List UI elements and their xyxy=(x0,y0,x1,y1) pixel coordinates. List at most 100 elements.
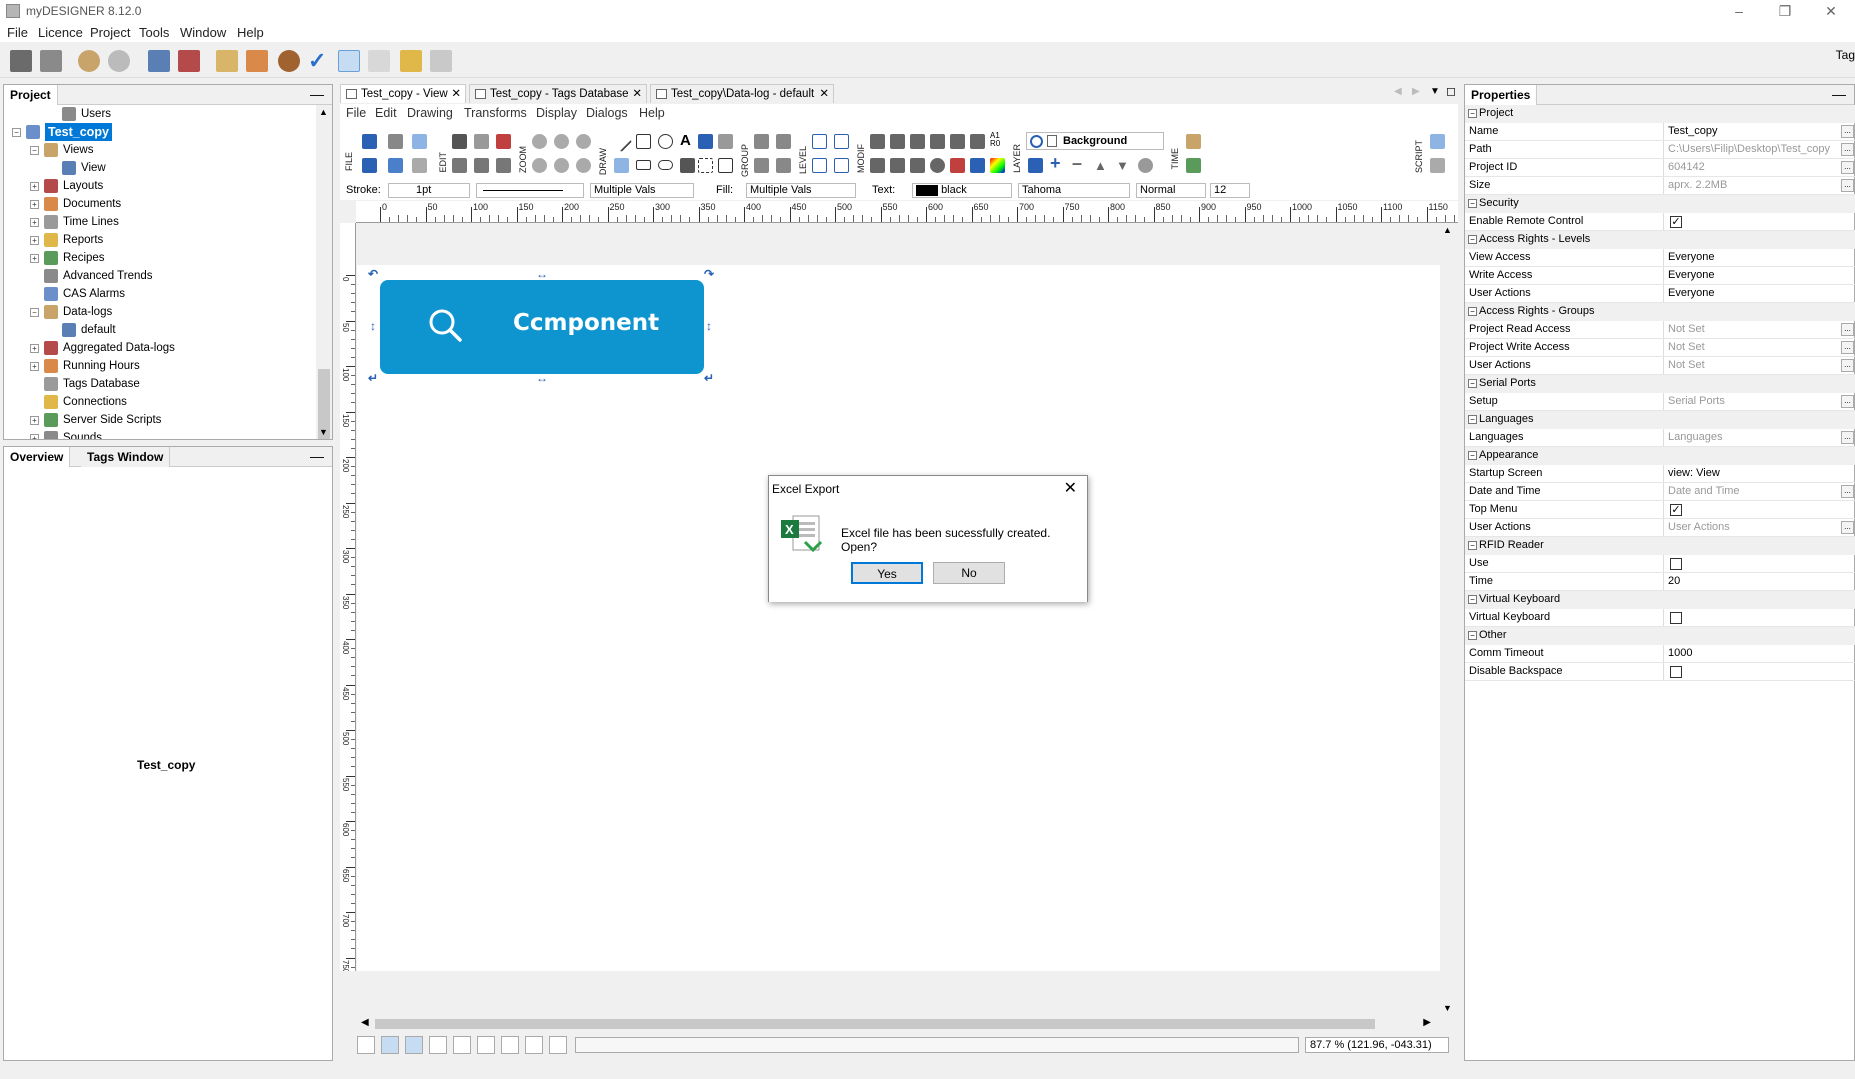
expand-icon[interactable]: + xyxy=(30,416,39,425)
tab-scroll-right-icon[interactable]: ▶ xyxy=(1412,86,1420,97)
layer-down-icon[interactable]: ▼ xyxy=(1116,158,1131,173)
property-row[interactable]: Startup Screen view: View xyxy=(1465,465,1855,483)
tree-item[interactable]: CAS Alarms xyxy=(4,285,316,303)
property-row[interactable]: Disable Backspace xyxy=(1465,663,1855,681)
menu-tools[interactable]: Tools xyxy=(139,25,169,40)
canvas-scroll-right-icon[interactable]: ▶ xyxy=(1423,1017,1431,1028)
property-row[interactable]: User Actions User Actions... xyxy=(1465,519,1855,537)
menu-help[interactable]: Help xyxy=(237,25,264,40)
property-browse-button[interactable]: ... xyxy=(1841,359,1854,372)
property-value[interactable]: Everyone xyxy=(1663,267,1838,284)
property-browse-button[interactable]: ... xyxy=(1841,431,1854,444)
menu-licence[interactable]: Licence xyxy=(38,25,83,40)
collapse-icon[interactable]: − xyxy=(30,308,39,317)
property-row[interactable]: View Access Everyone xyxy=(1465,249,1855,267)
delete-icon[interactable] xyxy=(496,134,511,149)
property-row[interactable]: Path C:\Users\Filip\Desktop\Test_copy... xyxy=(1465,141,1855,159)
property-browse-button[interactable]: ... xyxy=(1841,161,1854,174)
same-size-icon[interactable] xyxy=(950,134,965,149)
modify-icon-6[interactable] xyxy=(970,158,985,173)
text-tool-icon[interactable]: A xyxy=(680,132,695,149)
inner-menu-file[interactable]: File xyxy=(346,106,366,120)
font-weight-select[interactable]: Normal xyxy=(1136,183,1206,198)
remove-icon[interactable] xyxy=(246,50,268,72)
snap-grid-icon[interactable] xyxy=(381,1036,399,1054)
eye-icon[interactable] xyxy=(1030,135,1043,148)
close-tab-icon[interactable]: ✕ xyxy=(819,85,829,103)
inner-menu-dialogs[interactable]: Dialogs xyxy=(586,106,628,120)
inner-menu-edit[interactable]: Edit xyxy=(375,106,397,120)
property-checkbox[interactable]: ✓ xyxy=(1670,216,1682,228)
scroll-up-icon[interactable]: ▲ xyxy=(319,107,328,117)
collapse-icon[interactable]: − xyxy=(1468,235,1477,244)
collapse-icon[interactable]: − xyxy=(1468,109,1477,118)
validate-icon[interactable] xyxy=(412,134,427,149)
color-picker-icon[interactable] xyxy=(990,158,1005,173)
expand-icon[interactable]: + xyxy=(30,362,39,371)
property-value[interactable]: Everyone xyxy=(1663,285,1838,302)
zoom-selection-icon[interactable] xyxy=(532,158,547,173)
tag-button[interactable]: Tag xyxy=(1836,48,1855,62)
line-tool-icon[interactable] xyxy=(610,130,633,153)
undo-icon[interactable] xyxy=(78,50,100,72)
canvas-hscroll-thumb[interactable] xyxy=(375,1019,1375,1029)
property-value[interactable]: 1000 xyxy=(1663,645,1838,662)
property-browse-button[interactable]: ... xyxy=(1841,143,1854,156)
polyline-tool-icon[interactable] xyxy=(614,158,629,173)
collapse-icon[interactable]: − xyxy=(1468,379,1477,388)
copy-draw-icon[interactable] xyxy=(388,158,403,173)
property-browse-button[interactable]: ... xyxy=(1841,521,1854,534)
layer-selector[interactable]: Background xyxy=(1026,132,1164,150)
undo-draw-icon[interactable] xyxy=(362,134,377,149)
redo-draw-icon[interactable] xyxy=(388,134,403,149)
collapse-icon[interactable]: − xyxy=(1468,631,1477,640)
layer-properties-icon[interactable] xyxy=(1028,158,1043,173)
textbox-tool-icon[interactable] xyxy=(718,158,733,173)
rotate-handle-bottom-right-icon[interactable]: ↵ xyxy=(704,372,716,384)
copy-icon[interactable] xyxy=(474,134,489,149)
tree-item[interactable]: + Running Hours xyxy=(4,357,316,375)
property-category[interactable]: − Appearance xyxy=(1465,447,1855,465)
collapse-icon[interactable]: − xyxy=(1468,595,1477,604)
tree-item[interactable]: + Aggregated Data-logs xyxy=(4,339,316,357)
expand-icon[interactable]: + xyxy=(30,236,39,245)
stroke-width-select[interactable]: 1pt xyxy=(388,183,470,198)
property-row[interactable]: Name Test_copy... xyxy=(1465,123,1855,141)
property-value[interactable]: Not Set xyxy=(1663,357,1838,374)
property-category[interactable]: − Project xyxy=(1465,105,1855,123)
property-checkbox[interactable] xyxy=(1670,612,1682,624)
property-row[interactable]: Virtual Keyboard xyxy=(1465,609,1855,627)
property-value[interactable]: C:\Users\Filip\Desktop\Test_copy xyxy=(1663,141,1838,158)
canvas-scroll-left-icon[interactable]: ◀ xyxy=(361,1017,369,1028)
canvas-vscrollbar[interactable]: ▲ ▼ xyxy=(1440,223,1456,1015)
property-value[interactable]: Everyone xyxy=(1663,249,1838,266)
inner-menu-display[interactable]: Display xyxy=(536,106,577,120)
tree-item[interactable]: + Layouts xyxy=(4,177,316,195)
tree-item[interactable]: + Documents xyxy=(4,195,316,213)
tree-item[interactable]: + Time Lines xyxy=(4,213,316,231)
property-category[interactable]: − Access Rights - Groups xyxy=(1465,303,1855,321)
open-folder-icon[interactable] xyxy=(400,50,422,72)
expand-icon[interactable]: + xyxy=(30,218,39,227)
modify-icon-3[interactable] xyxy=(910,158,925,173)
tab-list-icon[interactable]: ▼ xyxy=(1430,86,1440,97)
property-browse-button[interactable]: ... xyxy=(1841,125,1854,138)
group-all-icon[interactable] xyxy=(754,158,769,173)
bring-forward-icon[interactable] xyxy=(812,158,827,173)
script-alt-icon[interactable] xyxy=(1430,158,1445,173)
inner-menu-transforms[interactable]: Transforms xyxy=(464,106,527,120)
select-mode-icon[interactable] xyxy=(357,1036,375,1054)
minimize-properties-icon[interactable]: — xyxy=(1832,86,1846,102)
snap-objects-icon[interactable] xyxy=(405,1036,423,1054)
text-color-select[interactable]: black xyxy=(912,183,1012,198)
property-row[interactable]: Use xyxy=(1465,555,1855,573)
dialog-close-icon[interactable]: ✕ xyxy=(1064,476,1077,502)
picture-tool-icon[interactable] xyxy=(680,158,695,173)
property-row[interactable]: Setup Serial Ports... xyxy=(1465,393,1855,411)
tab-tags-database[interactable]: Test_copy - Tags Database ✕ xyxy=(469,84,647,103)
tab-properties[interactable]: Properties xyxy=(1465,85,1538,105)
minimize-panel-icon[interactable]: — xyxy=(310,86,324,102)
property-value[interactable]: Date and Time xyxy=(1663,483,1838,500)
minimize-overview-icon[interactable]: — xyxy=(310,448,324,464)
show-border-icon[interactable] xyxy=(453,1036,471,1054)
